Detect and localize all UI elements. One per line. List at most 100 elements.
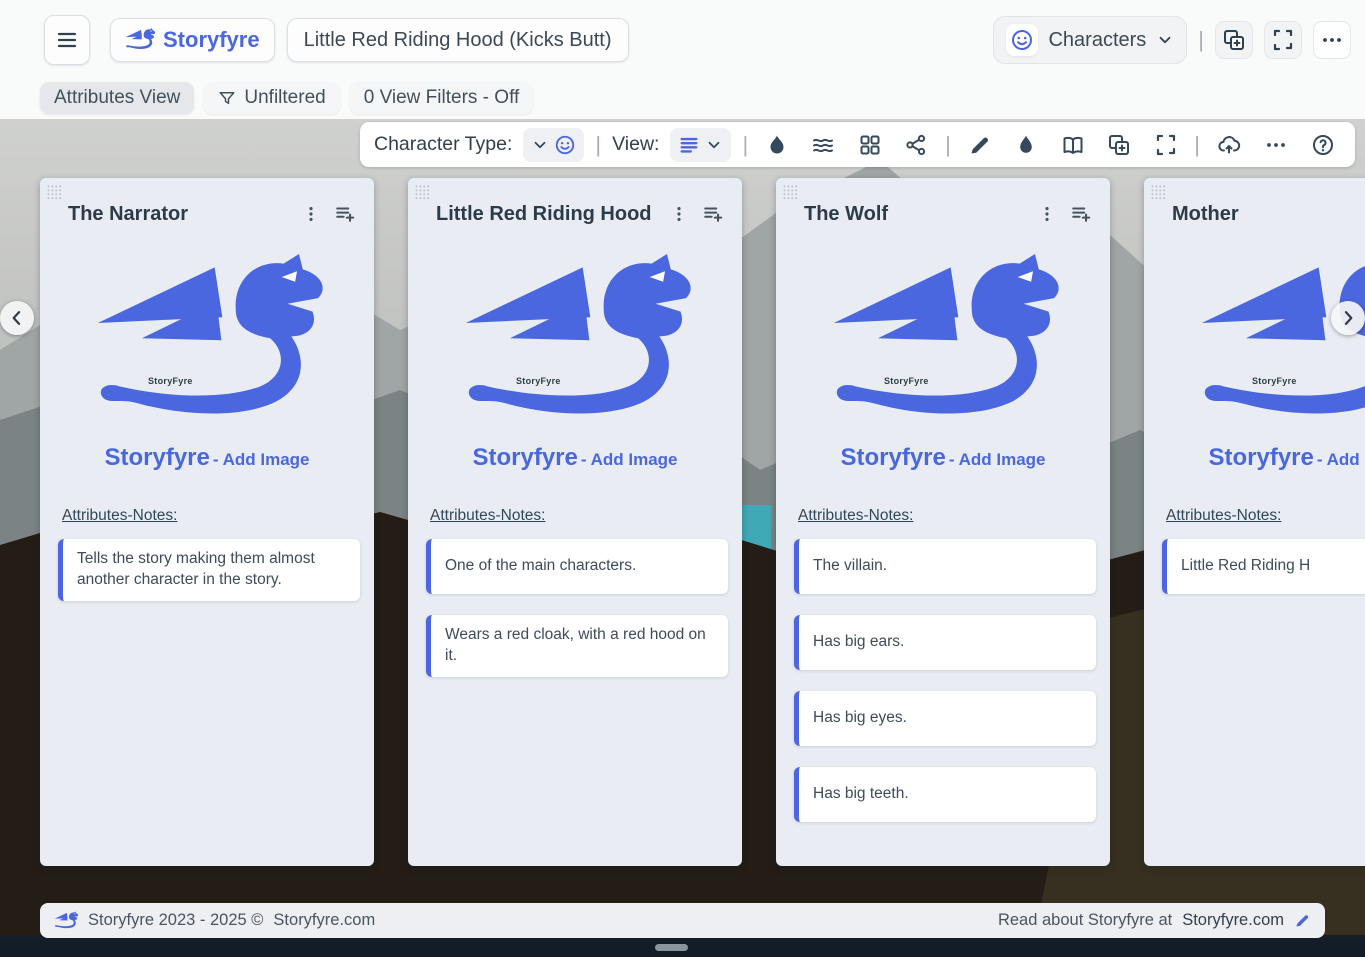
list-view-icon xyxy=(678,134,700,156)
card-menu-button[interactable] xyxy=(664,200,694,228)
project-title-chip[interactable]: Little Red Riding Hood (Kicks Butt) xyxy=(287,18,629,62)
header: Storyfyre Little Red Riding Hood (Kicks … xyxy=(0,0,1365,119)
note-card[interactable]: Has big eyes. xyxy=(794,691,1096,746)
share-button[interactable] xyxy=(899,127,934,163)
card-add-image-button[interactable]: StoryFyre Storyfyre - Add Image xyxy=(40,254,374,477)
card-add-image-button[interactable]: StoryFyre Storyfyre - Add Image xyxy=(408,254,742,477)
add-image-label: - Add Image xyxy=(581,450,678,470)
note-card[interactable]: Wears a red cloak, with a red hood on it… xyxy=(426,615,728,677)
chevron-left-icon xyxy=(7,308,27,328)
chevron-down-icon xyxy=(1156,31,1174,49)
footer-bar: Storyfyre 2023 - 2025 © Storyfyre.com Re… xyxy=(40,903,1325,938)
logo-caption-row: Storyfyre - Add Image xyxy=(1144,444,1365,477)
storyfyre-dragon-logo-icon xyxy=(457,254,693,436)
note-card[interactable]: One of the main characters. xyxy=(426,539,728,594)
add-image-label: - Add Image xyxy=(213,450,310,470)
note-card[interactable]: Tells the story making them almost anoth… xyxy=(58,539,360,601)
more-options-button[interactable] xyxy=(1313,21,1351,59)
droplet-icon xyxy=(1014,133,1038,157)
card-menu-button[interactable] xyxy=(296,200,326,228)
toolbar-more-button[interactable] xyxy=(1258,127,1294,163)
add-note-button[interactable] xyxy=(698,200,728,228)
playlist-add-icon xyxy=(334,203,356,225)
smiley-icon xyxy=(1010,28,1034,52)
note-text: Has big teeth. xyxy=(813,784,909,805)
duplicate-icon xyxy=(1107,133,1131,157)
attributes-notes-label: Attributes-Notes: xyxy=(430,507,742,525)
waves-tool-button[interactable] xyxy=(806,127,841,163)
footer-right: Read about Storyfyre at Storyfyre.com xyxy=(998,911,1311,930)
duplicate-board-button[interactable] xyxy=(1215,21,1253,59)
toolbar: Character Type: | View: | | | xyxy=(360,122,1355,167)
add-note-button[interactable] xyxy=(330,200,360,228)
logo-watermark: StoryFyre xyxy=(1252,376,1297,386)
view-mode-select[interactable] xyxy=(670,128,731,162)
edit-link-icon[interactable] xyxy=(1294,912,1311,929)
carousel-right-button[interactable] xyxy=(1331,301,1365,335)
flame-tool-button[interactable] xyxy=(759,127,794,163)
grid-view-button[interactable] xyxy=(852,127,887,163)
grid-icon xyxy=(858,133,882,157)
droplet-tool-button[interactable] xyxy=(1008,127,1043,163)
character-type-select[interactable] xyxy=(523,128,584,162)
read-about-text: Read about Storyfyre at xyxy=(998,911,1172,930)
playlist-add-icon xyxy=(702,203,724,225)
view-filters-pill[interactable]: 0 View Filters - Off xyxy=(350,82,534,114)
logo-caption-row: Storyfyre - Add Image xyxy=(408,444,742,477)
card-menu-button[interactable] xyxy=(1032,200,1062,228)
share-icon xyxy=(904,133,928,157)
chevron-down-icon xyxy=(705,136,723,154)
attributes-notes-label: Attributes-Notes: xyxy=(1166,507,1365,525)
fullscreen-icon xyxy=(1154,133,1178,157)
fullscreen-button[interactable] xyxy=(1264,21,1302,59)
logo-caption: Storyfyre xyxy=(1208,444,1313,472)
card-add-image-button[interactable]: StoryFyre Storyfyre - Add Image xyxy=(776,254,1110,477)
drag-handle-icon[interactable] xyxy=(46,184,63,201)
fullscreen-toolbar-button[interactable] xyxy=(1148,127,1183,163)
note-card[interactable]: The villain. xyxy=(794,539,1096,594)
storyfyre-dragon-logo-icon xyxy=(1193,254,1365,436)
smiley-icon-chip xyxy=(1006,24,1038,56)
divider: | xyxy=(742,132,748,158)
notes-list: Tells the story making them almost anoth… xyxy=(40,539,374,601)
drag-handle-icon[interactable] xyxy=(782,184,799,201)
add-note-button[interactable] xyxy=(1066,200,1096,228)
character-type-label: Character Type: xyxy=(374,133,512,156)
footer-left: Storyfyre 2023 - 2025 © Storyfyre.com xyxy=(54,911,375,931)
note-card[interactable]: Little Red Riding H xyxy=(1162,539,1365,594)
duplicate-button[interactable] xyxy=(1101,127,1136,163)
card-title: Little Red Riding Hood xyxy=(436,203,660,226)
hamburger-menu-button[interactable] xyxy=(44,15,90,65)
note-text: Wears a red cloak, with a red hood on it… xyxy=(445,625,714,667)
attributes-view-pill[interactable]: Attributes View xyxy=(40,82,194,114)
view-type-dropdown[interactable]: Characters xyxy=(993,16,1187,64)
cards-row: The Narrator StoryFyre Storyfyre - Add I… xyxy=(40,178,1365,866)
footer-site-link-right[interactable]: Storyfyre.com xyxy=(1182,911,1284,930)
chevron-down-icon xyxy=(531,136,549,154)
footer-site-link[interactable]: Storyfyre.com xyxy=(273,911,375,930)
horizontal-scrollbar-thumb[interactable] xyxy=(655,944,688,951)
divider: | xyxy=(945,132,951,158)
cloud-sync-button[interactable] xyxy=(1211,127,1247,163)
copyright-text: Storyfyre 2023 - 2025 © xyxy=(88,911,263,930)
character-card: Little Red Riding Hood StoryFyre Storyfy… xyxy=(408,178,742,866)
header-actions: Characters | xyxy=(993,16,1351,64)
unfiltered-pill[interactable]: Unfiltered xyxy=(204,82,339,114)
divider: | xyxy=(595,132,601,158)
drag-handle-icon[interactable] xyxy=(1150,184,1167,201)
note-card[interactable]: Has big teeth. xyxy=(794,767,1096,822)
logo-watermark: StoryFyre xyxy=(516,376,561,386)
logo-caption: Storyfyre xyxy=(472,444,577,472)
carousel-left-button[interactable] xyxy=(0,301,34,335)
attributes-view-label: Attributes View xyxy=(54,87,180,109)
note-card[interactable]: Has big ears. xyxy=(794,615,1096,670)
help-button[interactable] xyxy=(1305,127,1341,163)
read-mode-button[interactable] xyxy=(1055,127,1090,163)
drag-handle-icon[interactable] xyxy=(414,184,431,201)
edit-button[interactable] xyxy=(962,127,997,163)
logo-caption: Storyfyre xyxy=(104,444,209,472)
brand-chip[interactable]: Storyfyre xyxy=(110,18,275,62)
storyfyre-logo-icon xyxy=(125,27,155,53)
card-add-image-button[interactable]: StoryFyre Storyfyre - Add Image xyxy=(1144,254,1365,477)
card-header: Little Red Riding Hood xyxy=(408,178,742,228)
